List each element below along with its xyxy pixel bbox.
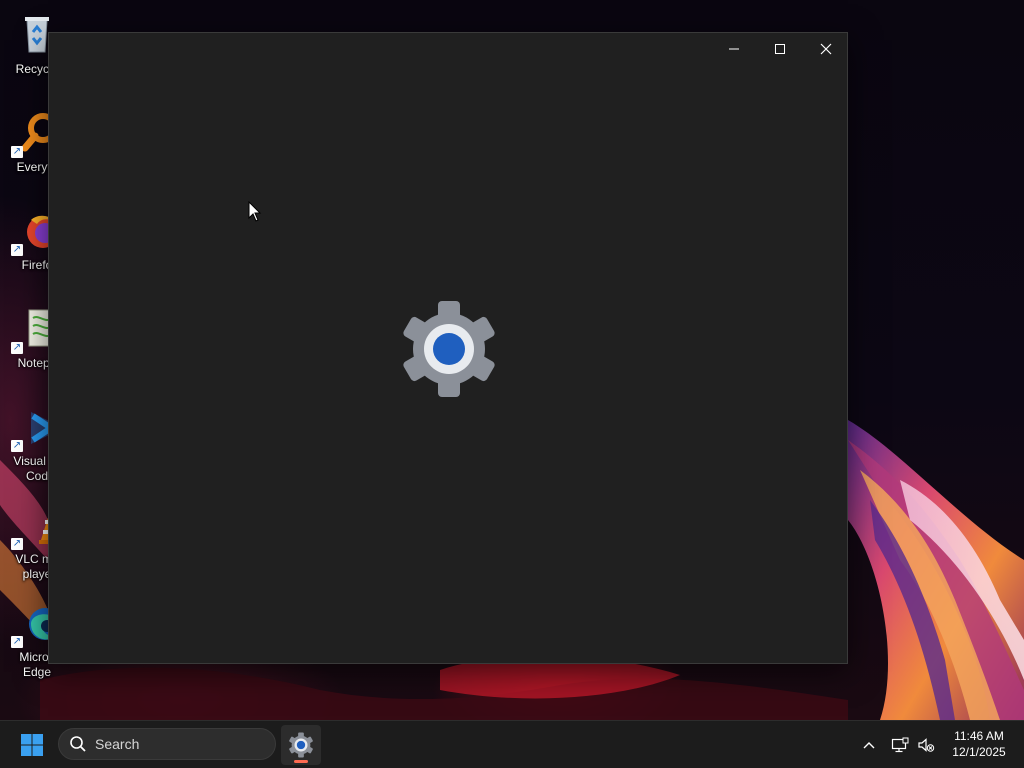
- shortcut-arrow-icon: ↗: [11, 636, 23, 648]
- shortcut-arrow-icon: ↗: [11, 244, 23, 256]
- taskbar-search-box[interactable]: Search: [58, 728, 276, 760]
- settings-gear-icon: [403, 301, 495, 397]
- taskbar-clock[interactable]: 11:46 AM 12/1/2025: [944, 728, 1014, 760]
- maximize-icon: [775, 44, 785, 54]
- network-icon: [891, 737, 909, 753]
- close-button[interactable]: [803, 33, 849, 65]
- windows-start-icon: [21, 734, 43, 756]
- close-icon: [820, 43, 832, 55]
- mouse-cursor-icon: [248, 201, 262, 222]
- minimize-button[interactable]: [711, 33, 757, 65]
- shortcut-arrow-icon: ↗: [11, 146, 23, 158]
- chevron-up-icon: [863, 742, 875, 749]
- shortcut-arrow-icon: ↗: [11, 342, 23, 354]
- search-placeholder: Search: [95, 736, 140, 752]
- maximize-button[interactable]: [757, 33, 803, 65]
- settings-gear-icon: [289, 732, 313, 758]
- clock-time: 11:46 AM: [954, 729, 1004, 743]
- taskbar-settings-button[interactable]: [281, 725, 321, 765]
- taskbar: Search 11:46 AM 12/1/2025: [0, 720, 1024, 768]
- volume-muted-icon: [918, 738, 935, 752]
- volume-button[interactable]: [914, 731, 938, 759]
- minimize-icon: [729, 48, 739, 50]
- clock-date: 12/1/2025: [952, 745, 1006, 759]
- search-icon: [70, 736, 86, 752]
- shortcut-arrow-icon: ↗: [11, 538, 23, 550]
- running-indicator: [294, 760, 308, 763]
- start-button[interactable]: [14, 730, 50, 760]
- settings-window[interactable]: [48, 32, 848, 664]
- tray-overflow-button[interactable]: [858, 731, 880, 759]
- network-button[interactable]: [888, 731, 912, 759]
- shortcut-arrow-icon: ↗: [11, 440, 23, 452]
